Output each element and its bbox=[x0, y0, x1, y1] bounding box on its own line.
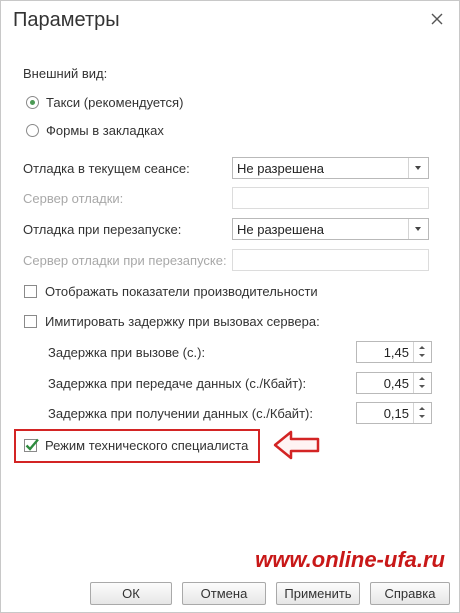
debug-restart-value: Не разрешена bbox=[237, 222, 325, 237]
cancel-button[interactable]: Отмена bbox=[182, 582, 266, 605]
chevron-down-icon[interactable] bbox=[408, 158, 428, 178]
debug-session-select[interactable]: Не разрешена bbox=[232, 157, 429, 179]
delay-receive-value: 0,15 bbox=[383, 406, 409, 421]
apply-button[interactable]: Применить bbox=[276, 582, 360, 605]
parameters-dialog: Параметры Внешний вид: Такси (рекомендуе… bbox=[0, 0, 460, 613]
checkmark-icon bbox=[25, 438, 39, 451]
debug-restart-label: Отладка при перезапуске: bbox=[23, 222, 182, 237]
delay-call-label: Задержка при вызове (с.): bbox=[48, 345, 206, 360]
simulate-delay-label[interactable]: Имитировать задержку при вызовах сервера… bbox=[45, 314, 320, 329]
debug-restart-server-field[interactable] bbox=[232, 249, 429, 271]
tech-mode-label[interactable]: Режим технического специалиста bbox=[45, 438, 248, 453]
delay-receive-label: Задержка при получении данных (с./Кбайт)… bbox=[48, 406, 313, 421]
delay-send-value: 0,45 bbox=[383, 376, 409, 391]
help-button[interactable]: Справка bbox=[370, 582, 450, 605]
appearance-label: Внешний вид: bbox=[23, 66, 108, 81]
debug-server-label: Сервер отладки: bbox=[23, 191, 124, 206]
tech-mode-checkbox[interactable] bbox=[24, 438, 39, 452]
debug-restart-select[interactable]: Не разрешена bbox=[232, 218, 429, 240]
debug-session-label: Отладка в текущем сеансе: bbox=[23, 161, 190, 176]
delay-call-value: 1,45 bbox=[383, 345, 409, 360]
debug-session-value: Не разрешена bbox=[237, 161, 325, 176]
radio-tabs-label[interactable]: Формы в закладках bbox=[46, 123, 164, 138]
show-performance-label[interactable]: Отображать показатели производительности bbox=[45, 284, 318, 299]
simulate-delay-checkbox[interactable] bbox=[24, 315, 37, 328]
show-performance-checkbox[interactable] bbox=[24, 285, 37, 298]
dialog-title: Параметры bbox=[13, 9, 120, 31]
watermark: www.online-ufa.ru bbox=[255, 547, 445, 572]
radio-taxi[interactable] bbox=[26, 96, 39, 109]
radio-tabs[interactable] bbox=[26, 124, 39, 137]
delay-receive-stepper[interactable]: 0,15 bbox=[356, 402, 432, 424]
debug-restart-server-label: Сервер отладки при перезапуске: bbox=[23, 253, 227, 268]
delay-call-stepper[interactable]: 1,45 bbox=[356, 341, 432, 363]
ok-button[interactable]: ОК bbox=[90, 582, 172, 605]
stepper-arrows-icon[interactable] bbox=[413, 373, 431, 393]
close-icon[interactable] bbox=[429, 11, 445, 27]
chevron-down-icon[interactable] bbox=[408, 219, 428, 239]
stepper-arrows-icon[interactable] bbox=[413, 342, 431, 362]
arrow-left-icon bbox=[273, 429, 321, 466]
debug-server-field[interactable] bbox=[232, 187, 429, 209]
delay-send-label: Задержка при передаче данных (с./Кбайт): bbox=[48, 376, 307, 391]
radio-taxi-label[interactable]: Такси (рекомендуется) bbox=[46, 95, 183, 110]
delay-send-stepper[interactable]: 0,45 bbox=[356, 372, 432, 394]
stepper-arrows-icon[interactable] bbox=[413, 403, 431, 423]
